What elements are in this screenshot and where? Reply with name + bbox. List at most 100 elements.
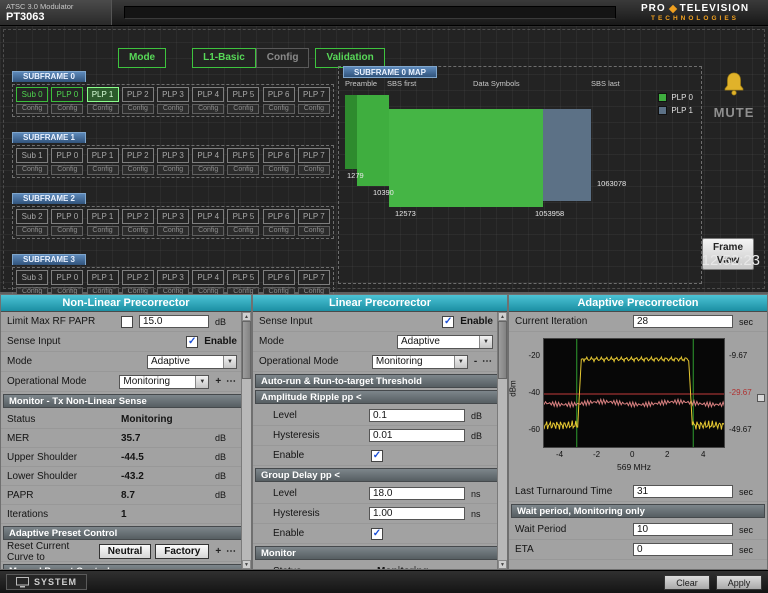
- plp-cell-button[interactable]: PLP 6: [263, 270, 295, 285]
- plp-config-button[interactable]: Config: [227, 165, 259, 175]
- eta-input[interactable]: 0: [633, 543, 733, 556]
- subframe-tab-3[interactable]: SUBFRAME 3: [12, 254, 86, 265]
- plp-cell-button[interactable]: PLP 4: [192, 148, 224, 163]
- plp-config-button[interactable]: Config: [157, 165, 189, 175]
- amp-hysteresis-input[interactable]: 0.01: [369, 429, 465, 442]
- plp-cell-button[interactable]: Sub 2: [16, 209, 48, 224]
- nl-sense-checkbox[interactable]: ✓: [186, 336, 198, 348]
- plp-config-button[interactable]: Config: [122, 165, 154, 175]
- plp-cell-button[interactable]: PLP 5: [227, 270, 259, 285]
- plp-config-button[interactable]: Config: [122, 104, 154, 114]
- plp-cell-button[interactable]: PLP 0: [51, 87, 83, 102]
- plp-config-button[interactable]: Config: [51, 226, 83, 236]
- mute-bell-icon[interactable]: [720, 70, 748, 98]
- plp-cell-button[interactable]: PLP 6: [263, 148, 295, 163]
- plp-config-button[interactable]: Config: [298, 104, 330, 114]
- plp-config-button[interactable]: Config: [16, 165, 48, 175]
- limit-papr-input[interactable]: 15.0: [139, 315, 209, 328]
- clear-button[interactable]: Clear: [664, 575, 710, 590]
- lin-opmode-dropdown[interactable]: Monitoring ▼: [372, 355, 468, 369]
- plp-cell-button[interactable]: PLP 2: [122, 87, 154, 102]
- system-button[interactable]: SYSTEM: [6, 574, 87, 590]
- gd-hysteresis-input[interactable]: 1.00: [369, 507, 465, 520]
- plp-cell-button[interactable]: PLP 5: [227, 148, 259, 163]
- plp-config-button[interactable]: Config: [263, 165, 295, 175]
- plp-config-button[interactable]: Config: [227, 104, 259, 114]
- chevron-down-icon[interactable]: ▼: [195, 376, 208, 388]
- neutral-button[interactable]: Neutral: [99, 544, 151, 559]
- nl-opmode-dropdown[interactable]: Monitoring ▼: [119, 375, 209, 389]
- current-iteration-input[interactable]: 28: [633, 315, 733, 328]
- nl-mode-dropdown[interactable]: Adaptive ▼: [147, 355, 237, 369]
- wait-period-input[interactable]: 10: [633, 523, 733, 536]
- limit-papr-checkbox[interactable]: [121, 316, 133, 328]
- plp-cell-button[interactable]: PLP 2: [122, 270, 154, 285]
- plp-cell-button[interactable]: PLP 1: [87, 209, 119, 224]
- plp-config-button[interactable]: Config: [192, 226, 224, 236]
- factory-button[interactable]: Factory: [155, 544, 209, 559]
- lin-sense-checkbox[interactable]: ✓: [442, 316, 454, 328]
- subframe-tab-1[interactable]: SUBFRAME 1: [12, 132, 86, 143]
- scroll-thumb[interactable]: [498, 321, 507, 379]
- plp-config-button[interactable]: Config: [298, 226, 330, 236]
- gd-level-input[interactable]: 18.0: [369, 487, 465, 500]
- plp-cell-button[interactable]: PLP 3: [157, 209, 189, 224]
- scroll-up-icon[interactable]: ▲: [498, 312, 507, 321]
- plp-cell-button[interactable]: PLP 0: [51, 209, 83, 224]
- plp-cell-button[interactable]: Sub 0: [16, 87, 48, 102]
- scroll-down-icon[interactable]: ▼: [498, 560, 507, 569]
- linear-scrollbar[interactable]: ▲ ▼: [497, 312, 507, 569]
- plp-cell-button[interactable]: PLP 6: [263, 87, 295, 102]
- amp-enable-checkbox[interactable]: ✓: [371, 450, 383, 462]
- plp-cell-button[interactable]: PLP 3: [157, 87, 189, 102]
- plp-cell-button[interactable]: PLP 4: [192, 270, 224, 285]
- plp-cell-button[interactable]: PLP 1: [87, 270, 119, 285]
- subframe-tab-2[interactable]: SUBFRAME 2: [12, 193, 86, 204]
- plp-cell-button[interactable]: PLP 5: [227, 209, 259, 224]
- last-turnaround-input[interactable]: 31: [633, 485, 733, 498]
- threshold-marker-icon[interactable]: [757, 394, 765, 402]
- validation-button[interactable]: Validation: [315, 48, 384, 68]
- plp-cell-button[interactable]: PLP 4: [192, 209, 224, 224]
- gd-enable-checkbox[interactable]: ✓: [371, 528, 383, 540]
- chevron-down-icon[interactable]: ▼: [454, 356, 467, 368]
- plp-cell-button[interactable]: PLP 1: [87, 148, 119, 163]
- plp-cell-button[interactable]: PLP 0: [51, 148, 83, 163]
- plp-cell-button[interactable]: Sub 3: [16, 270, 48, 285]
- plp-config-button[interactable]: Config: [87, 226, 119, 236]
- plp-cell-button[interactable]: PLP 7: [298, 87, 330, 102]
- plp-config-button[interactable]: Config: [51, 165, 83, 175]
- nonlinear-scrollbar[interactable]: ▲ ▼: [241, 312, 251, 569]
- plp-config-button[interactable]: Config: [87, 165, 119, 175]
- amp-level-input[interactable]: 0.1: [369, 409, 465, 422]
- subframe-tab-0[interactable]: SUBFRAME 0: [12, 71, 86, 82]
- plp-cell-button[interactable]: PLP 3: [157, 270, 189, 285]
- plp-config-button[interactable]: Config: [263, 226, 295, 236]
- mode-button[interactable]: Mode: [118, 48, 166, 68]
- plp-cell-button[interactable]: PLP 5: [227, 87, 259, 102]
- plp-config-button[interactable]: Config: [16, 104, 48, 114]
- scroll-down-icon[interactable]: ▼: [242, 560, 251, 569]
- apply-button[interactable]: Apply: [716, 575, 762, 590]
- plp-config-button[interactable]: Config: [157, 104, 189, 114]
- chevron-down-icon[interactable]: ▼: [479, 336, 492, 348]
- plp-config-button[interactable]: Config: [263, 104, 295, 114]
- plp-config-button[interactable]: Config: [122, 226, 154, 236]
- lin-mode-dropdown[interactable]: Adaptive ▼: [397, 335, 493, 349]
- plp-config-button[interactable]: Config: [227, 226, 259, 236]
- plp-cell-button[interactable]: PLP 3: [157, 148, 189, 163]
- lin-expander-icon[interactable]: - ⋯: [474, 356, 493, 367]
- reset-expander-icon[interactable]: + ⋯: [215, 546, 237, 557]
- plp-config-button[interactable]: Config: [51, 104, 83, 114]
- plp-cell-button[interactable]: PLP 2: [122, 148, 154, 163]
- plp-config-button[interactable]: Config: [157, 226, 189, 236]
- plp-cell-button[interactable]: PLP 2: [122, 209, 154, 224]
- l1-basic-button[interactable]: L1-Basic: [192, 48, 256, 68]
- scroll-thumb[interactable]: [242, 321, 251, 379]
- plp-cell-button[interactable]: PLP 7: [298, 148, 330, 163]
- plp-config-button[interactable]: Config: [192, 165, 224, 175]
- plp-config-button[interactable]: Config: [16, 226, 48, 236]
- scroll-up-icon[interactable]: ▲: [242, 312, 251, 321]
- plp-cell-button[interactable]: PLP 6: [263, 209, 295, 224]
- l1-config-button[interactable]: Config: [256, 48, 310, 68]
